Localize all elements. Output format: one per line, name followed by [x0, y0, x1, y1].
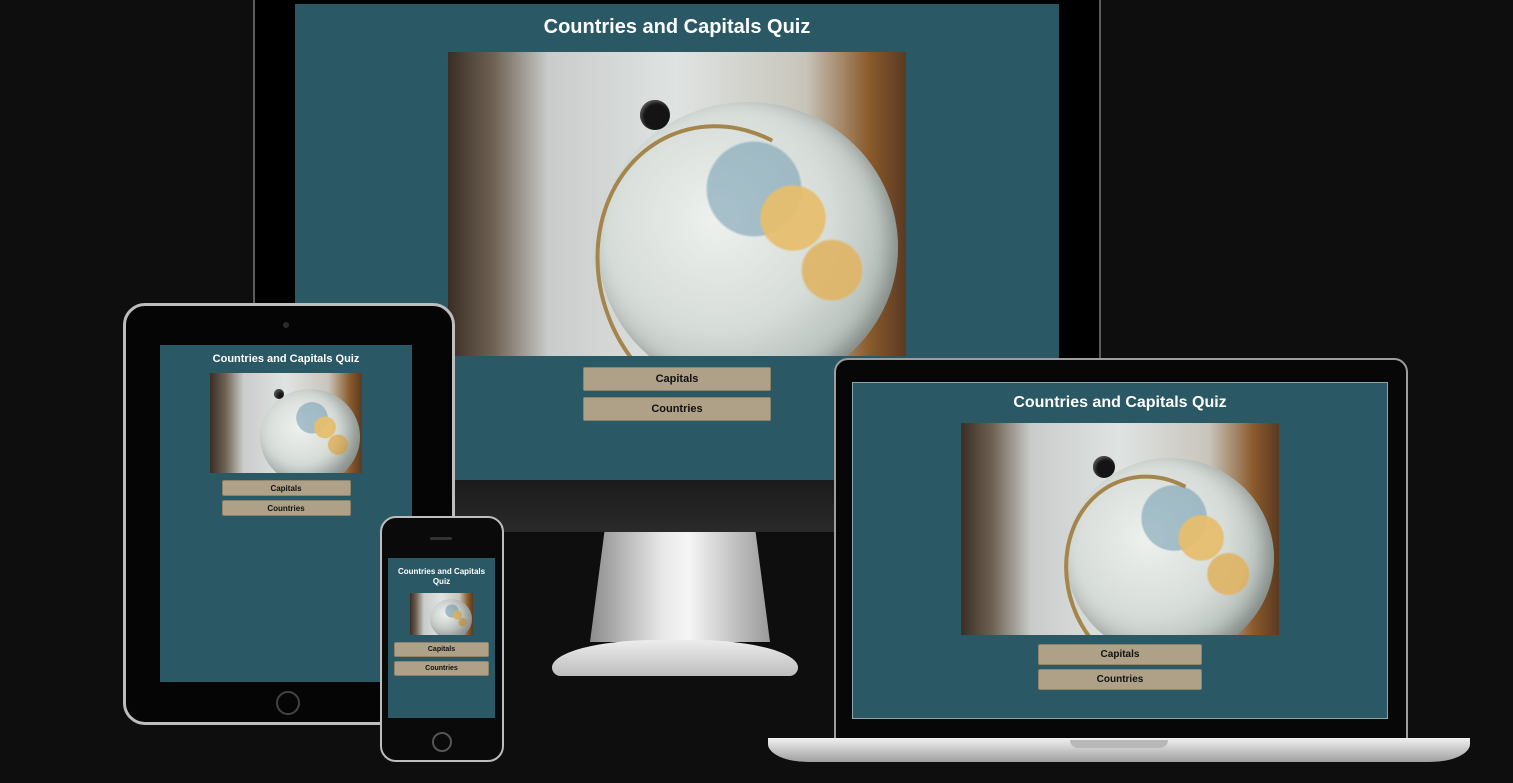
capitals-button[interactable]: Capitals — [394, 642, 489, 657]
hero-globe-image — [210, 373, 362, 473]
desktop-monitor-base — [552, 640, 798, 676]
capitals-button[interactable]: Capitals — [583, 367, 771, 391]
capitals-button[interactable]: Capitals — [221, 480, 351, 496]
globe-shape — [430, 599, 472, 635]
hero-globe-image — [961, 423, 1279, 635]
globe-knob — [274, 389, 284, 399]
laptop-screen: Countries and Capitals Quiz Capitals Cou… — [852, 382, 1388, 719]
countries-button[interactable]: Countries — [583, 397, 771, 421]
phone-speaker-icon — [430, 537, 452, 540]
countries-button[interactable]: Countries — [221, 500, 351, 516]
page-title: Countries and Capitals Quiz — [1013, 394, 1227, 411]
phone-home-button — [432, 732, 452, 752]
globe-knob — [1093, 456, 1115, 478]
tablet-screen: Countries and Capitals Quiz Capitals Cou… — [160, 345, 412, 682]
globe-knob — [640, 100, 670, 130]
globe-shape — [260, 389, 360, 473]
countries-button[interactable]: Countries — [394, 661, 489, 676]
page-title: Countries and Capitals Quiz — [543, 16, 811, 38]
page-title: Countries and Capitals Quiz — [212, 353, 360, 365]
tablet-camera-icon — [283, 322, 289, 328]
hero-globe-image — [448, 52, 906, 356]
hero-globe-image — [410, 593, 473, 635]
desktop-monitor-stand — [590, 532, 770, 642]
page-title: Countries and Capitals Quiz — [397, 567, 486, 586]
tablet-home-button — [276, 691, 300, 715]
countries-button[interactable]: Countries — [1038, 669, 1202, 690]
phone-screen: Countries and Capitals Quiz Capitals Cou… — [388, 558, 495, 718]
capitals-button[interactable]: Capitals — [1038, 644, 1202, 665]
laptop-notch — [1070, 740, 1168, 748]
